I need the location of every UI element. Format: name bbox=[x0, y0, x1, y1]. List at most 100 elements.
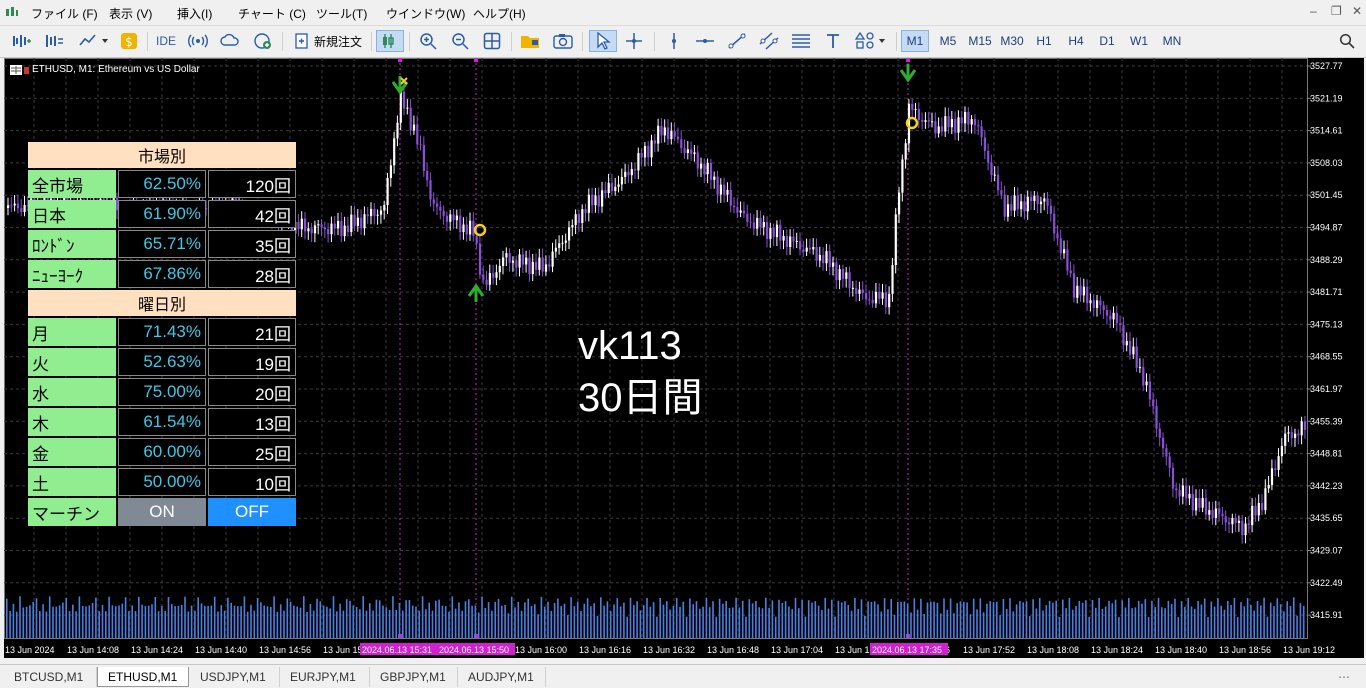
templates-icon[interactable] bbox=[518, 30, 542, 52]
volume-bar bbox=[751, 603, 754, 638]
candle-body-down bbox=[10, 205, 13, 207]
menu-help[interactable]: ヘルプ(H) bbox=[473, 5, 526, 22]
candle-body-down bbox=[640, 153, 643, 158]
volume-bar bbox=[890, 599, 892, 638]
chart-area[interactable]: 3527.77 3521.19 3514.61 3508.03 3501.45 3494.… bbox=[4, 58, 1364, 658]
timeframe-d1[interactable]: D1 bbox=[1094, 30, 1120, 52]
new-order-button[interactable]: 新規注文 bbox=[290, 30, 366, 52]
algo-trading-icon[interactable] bbox=[376, 30, 404, 52]
zoom-in-icon[interactable] bbox=[416, 30, 440, 52]
candle-body-up bbox=[488, 273, 491, 285]
tab-audjpy[interactable]: AUDJPY,M1 bbox=[458, 667, 546, 687]
volume-bar bbox=[527, 598, 529, 638]
volume-bar bbox=[157, 611, 160, 638]
timeframe-m15[interactable]: M15 bbox=[965, 30, 995, 52]
candle-body-down bbox=[785, 236, 788, 247]
menu-tools[interactable]: ツール(T) bbox=[316, 5, 367, 22]
time-label: 13 Jun 18:08 bbox=[1027, 645, 1079, 655]
vertical-line-icon[interactable] bbox=[662, 30, 686, 52]
martingale-off-button[interactable]: OFF bbox=[208, 498, 296, 526]
minimize-icon[interactable]: – bbox=[1310, 4, 1317, 18]
ide-button[interactable]: IDE bbox=[153, 30, 179, 52]
timeframe-m5[interactable]: M5 bbox=[934, 30, 962, 52]
menu-insert[interactable]: 挿入(I) bbox=[177, 5, 212, 22]
menu-view[interactable]: 表示 (V) bbox=[109, 5, 152, 22]
shapes-dropdown-icon[interactable] bbox=[853, 30, 889, 52]
tab-gbpjpy[interactable]: GBPJPY,M1 bbox=[370, 667, 458, 687]
volume-bar bbox=[761, 608, 764, 638]
time-label: 13 Jun 14:08 bbox=[67, 645, 119, 655]
restore-icon[interactable]: ❐ bbox=[1331, 4, 1342, 18]
candle-body-down bbox=[492, 273, 495, 278]
volume-bar bbox=[1022, 602, 1024, 638]
volume-bar bbox=[1289, 605, 1292, 638]
market-watch-icon[interactable]: $ bbox=[118, 30, 140, 52]
candle-body-up bbox=[914, 109, 917, 111]
crosshair-icon[interactable] bbox=[622, 30, 646, 52]
fibonacci-icon[interactable] bbox=[789, 30, 813, 52]
candle-body-up bbox=[888, 293, 891, 308]
candle-body-up bbox=[970, 119, 973, 125]
candle-body-down bbox=[868, 299, 871, 301]
signal-marker-top bbox=[906, 58, 910, 62]
table-row: 金 60.00% 25回 bbox=[28, 438, 296, 466]
candle-body-down bbox=[1228, 522, 1231, 525]
timeframe-m1[interactable]: M1 bbox=[901, 30, 929, 52]
close-icon[interactable]: ✕ bbox=[1352, 4, 1362, 18]
volume-bar bbox=[484, 607, 487, 638]
chart-type-dropdown-icon[interactable] bbox=[76, 30, 112, 52]
trend-line-icon[interactable] bbox=[725, 30, 749, 52]
volume-bar bbox=[864, 615, 866, 638]
channel-icon[interactable] bbox=[757, 30, 781, 52]
screenshot-icon[interactable] bbox=[551, 30, 575, 52]
zoom-out-icon[interactable] bbox=[448, 30, 472, 52]
candle-body-up bbox=[564, 240, 567, 243]
cursor-icon[interactable] bbox=[589, 30, 617, 52]
timeframe-w1[interactable]: W1 bbox=[1126, 30, 1152, 52]
candle-body-down bbox=[1092, 300, 1095, 308]
cloud-icon[interactable] bbox=[218, 30, 242, 52]
martingale-on-button[interactable]: ON bbox=[118, 498, 206, 526]
menu-window[interactable]: ウインドウ(W) bbox=[386, 5, 465, 22]
candle-body-down bbox=[439, 206, 442, 211]
candle-body-down bbox=[1178, 490, 1181, 497]
menu-chart[interactable]: チャート (C) bbox=[238, 5, 306, 22]
candle-body-up bbox=[901, 159, 904, 193]
text-icon[interactable] bbox=[821, 30, 845, 52]
table-row: 火 52.63% 19回 bbox=[28, 348, 296, 376]
candle-body-up bbox=[551, 251, 554, 267]
volume-bar bbox=[210, 605, 213, 638]
candle-body-down bbox=[733, 205, 736, 208]
candle-body-up bbox=[693, 152, 696, 155]
tab-eurjpy[interactable]: EURJPY,M1 bbox=[280, 667, 370, 687]
profiles-icon[interactable] bbox=[42, 30, 66, 52]
tab-ethusd[interactable]: ETHUSD,M1 bbox=[97, 667, 189, 687]
tab-btcusd[interactable]: BTCUSD,M1 bbox=[4, 667, 97, 687]
menu-file[interactable]: ファイル (F) bbox=[31, 5, 98, 22]
volume-bar bbox=[461, 610, 463, 638]
timeframe-h4[interactable]: H4 bbox=[1062, 30, 1090, 52]
candle-body-down bbox=[973, 119, 977, 126]
volume-bar bbox=[636, 601, 638, 638]
volume-bar bbox=[349, 600, 351, 638]
signals-icon[interactable] bbox=[186, 30, 210, 52]
horizontal-line-icon[interactable] bbox=[693, 30, 717, 52]
timeframe-mn[interactable]: MN bbox=[1157, 30, 1187, 52]
volume-bar bbox=[296, 606, 298, 638]
search-icon[interactable] bbox=[1335, 30, 1359, 52]
volume-bar bbox=[1197, 600, 1199, 638]
tile-windows-icon[interactable] bbox=[480, 30, 504, 52]
timeframe-m30[interactable]: M30 bbox=[997, 30, 1027, 52]
candle-body-down bbox=[1003, 194, 1006, 217]
volume-bar bbox=[669, 609, 671, 638]
volume-bar bbox=[273, 596, 275, 638]
toolbar-separator bbox=[147, 32, 148, 51]
volume-bar bbox=[1098, 597, 1100, 638]
timeframe-h1[interactable]: H1 bbox=[1030, 30, 1058, 52]
candle-body-up bbox=[502, 257, 505, 267]
vps-icon[interactable] bbox=[251, 30, 275, 52]
new-chart-icon[interactable] bbox=[10, 30, 34, 52]
volume-bar bbox=[111, 605, 114, 638]
tabs-menu-icon[interactable]: ⋯ bbox=[1328, 667, 1362, 687]
tab-usdjpy[interactable]: USDJPY,M1 bbox=[190, 667, 280, 687]
